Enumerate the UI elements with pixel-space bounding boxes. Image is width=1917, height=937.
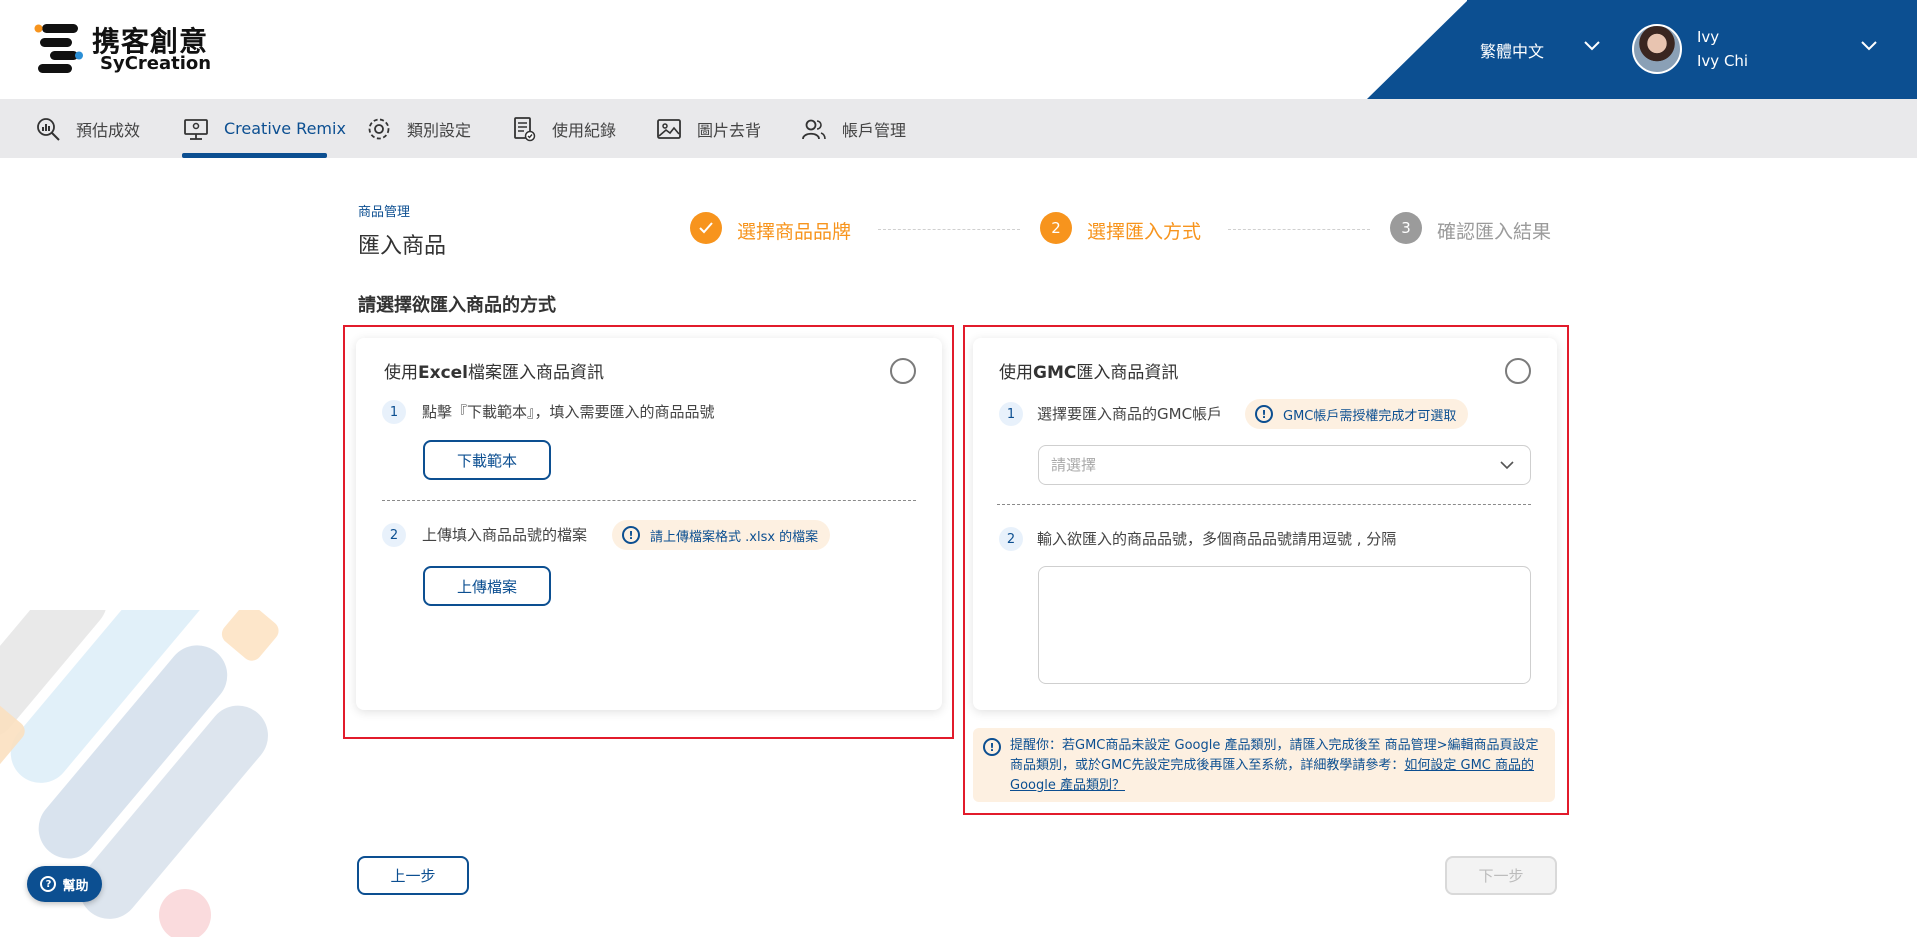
document-check-icon [510, 115, 538, 143]
nav-item-remove-background[interactable]: 圖片去背 [655, 99, 761, 158]
gmc-import-card[interactable]: 使用GMC匯入商品資訊 1 選擇要匯入商品的GMC帳戶 ! GMC帳戶需授權完成才… [973, 338, 1557, 710]
nav-item-creative-remix[interactable]: Creative Remix [182, 99, 346, 158]
brand-logo[interactable]: 携客創意 SyCreation [34, 20, 224, 76]
chevron-down-icon [1500, 461, 1514, 470]
excel-import-card[interactable]: 使用Excel檔案匯入商品資訊 1 點擊『下載範本』，填入需要匯入的商品品號 下… [356, 338, 942, 710]
gmc-account-select[interactable]: 請選擇 [1038, 445, 1531, 485]
nav-item-account-management[interactable]: 帳戶管理 [800, 99, 906, 158]
info-icon: ! [622, 526, 640, 544]
excel-option-radio[interactable] [890, 358, 916, 384]
nav-label: 圖片去背 [697, 120, 762, 140]
gmc-step1-text: 選擇要匯入商品的GMC帳戶 [1037, 405, 1223, 423]
gmc-step2-text: 輸入欲匯入的商品品號，多個商品品號請用逗號 , 分隔 [1037, 530, 1397, 548]
step-number-badge: 2 [382, 523, 406, 547]
analytics-icon [34, 115, 62, 143]
step-number-badge: 1 [999, 402, 1023, 426]
nav-label: 類別設定 [407, 120, 472, 140]
logo-mark-icon [34, 24, 83, 73]
avatar[interactable] [1632, 24, 1682, 74]
header-diagonal-shape [1367, 0, 1468, 99]
user-menu-chevron-icon[interactable] [1860, 40, 1878, 52]
step-1-label: 選擇商品品牌 [737, 221, 852, 243]
excel-step2-text: 上傳填入商品品號的檔案 [422, 526, 588, 544]
nav-active-indicator [182, 153, 327, 158]
step-number-badge: 1 [382, 400, 406, 424]
gear-icon [365, 115, 393, 143]
info-icon: ! [1255, 405, 1273, 423]
next-step-button[interactable]: 下一步 [1445, 856, 1557, 895]
step-connector [878, 229, 1020, 230]
product-ids-textarea[interactable] [1038, 566, 1531, 684]
help-button[interactable]: ? 幫助 [27, 866, 102, 902]
gmc-option-radio[interactable] [1505, 358, 1531, 384]
step-2-label: 選擇匯入方式 [1087, 221, 1202, 243]
user-short-name: Ivy [1697, 28, 1720, 46]
xlsx-format-hint: ! 請上傳檔案格式 .xlsx 的檔案 [612, 520, 831, 550]
main-nav: 預估成效 Creative Remix 類別設定 使用紀錄 圖片去背 帳戶管理 [0, 99, 1917, 158]
users-icon [800, 115, 828, 143]
checkmark-icon [699, 222, 713, 234]
language-selector[interactable]: 繁體中文 [1480, 38, 1544, 62]
page-title: 匯入商品 [358, 234, 447, 259]
gmc-card-title: 使用GMC匯入商品資訊 [999, 363, 1179, 383]
step-3-label: 確認匯入結果 [1437, 221, 1552, 243]
upload-file-button[interactable]: 上傳檔案 [423, 566, 551, 606]
prev-step-button[interactable]: 上一步 [357, 856, 469, 895]
nav-item-category-settings[interactable]: 類別設定 [365, 99, 471, 158]
notice-text: 提醒你：若GMC商品未設定 Google 產品類別，請匯入完成後至 商品管理>編… [1010, 738, 1539, 793]
question-icon: ? [40, 876, 57, 892]
gmc-auth-hint: ! GMC帳戶需授權完成才可選取 [1245, 399, 1469, 429]
info-icon: ! [983, 738, 1001, 756]
chevron-down-icon[interactable] [1583, 40, 1601, 52]
step-connector [1228, 229, 1370, 230]
download-template-button[interactable]: 下載範本 [423, 440, 551, 480]
select-placeholder: 請選擇 [1051, 456, 1097, 474]
user-full-name: Ivy Chi [1697, 52, 1749, 70]
nav-item-forecast[interactable]: 預估成效 [34, 99, 140, 158]
step-number-badge: 2 [999, 527, 1023, 551]
computer-display-icon [182, 115, 210, 143]
nav-label: 使用紀錄 [552, 120, 617, 140]
nav-label: 帳戶管理 [842, 120, 907, 140]
section-title: 請選擇欲匯入商品的方式 [358, 295, 556, 316]
nav-label: 預估成效 [76, 120, 141, 140]
excel-card-title: 使用Excel檔案匯入商品資訊 [384, 363, 605, 383]
brand-name-en: SyCreation [100, 53, 212, 74]
nav-item-usage-log[interactable]: 使用紀錄 [510, 99, 616, 158]
excel-step1-text: 點擊『下載範本』，填入需要匯入的商品品號 [422, 403, 715, 421]
step-2-circle: 2 [1040, 212, 1072, 244]
card-divider [997, 504, 1531, 505]
step-1-done-circle [690, 212, 722, 244]
card-divider [382, 500, 916, 501]
gmc-category-notice: ! 提醒你：若GMC商品未設定 Google 產品類別，請匯入完成後至 商品管理… [973, 728, 1555, 802]
nav-label: Creative Remix [224, 119, 346, 138]
image-icon [655, 115, 683, 143]
app-header: 携客創意 SyCreation 繁體中文 Ivy Ivy Chi [0, 0, 1917, 99]
breadcrumb[interactable]: 商品管理 [358, 201, 410, 220]
step-3-circle: 3 [1390, 212, 1422, 244]
